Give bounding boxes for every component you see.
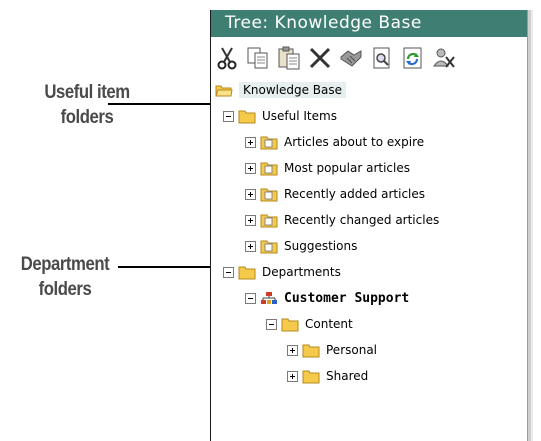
tree-node-useful-items[interactable]: Useful Items bbox=[223, 107, 337, 125]
collapse-toggle[interactable] bbox=[223, 266, 234, 278]
tree-node-suggestions[interactable]: Suggestions bbox=[245, 237, 357, 255]
search-document-icon bbox=[373, 47, 390, 69]
tree-node-most-popular-articles[interactable]: Most popular articles bbox=[245, 159, 410, 177]
query-folder-icon bbox=[260, 161, 278, 176]
tree-node-departments[interactable]: Departments bbox=[223, 263, 341, 281]
open-folder-icon bbox=[215, 83, 233, 98]
expand-toggle[interactable] bbox=[287, 344, 298, 356]
callout-useful-item-folders: Useful item folders bbox=[30, 80, 144, 130]
handshake-button[interactable] bbox=[337, 43, 365, 73]
refresh-icon bbox=[403, 47, 422, 69]
tree-node-label: Useful Items bbox=[262, 109, 337, 123]
collapse-toggle[interactable] bbox=[245, 292, 256, 304]
tree-node-content[interactable]: Content bbox=[266, 315, 353, 333]
expand-toggle[interactable] bbox=[245, 162, 256, 174]
tree-node-label: Recently changed articles bbox=[284, 213, 440, 227]
tree-node-label: Knowledge Base bbox=[239, 82, 346, 98]
folder-icon bbox=[302, 343, 320, 358]
tree-node-label: Personal bbox=[326, 343, 378, 357]
expand-toggle[interactable] bbox=[245, 188, 256, 200]
expand-toggle[interactable] bbox=[245, 136, 256, 148]
handshake-icon bbox=[340, 50, 362, 67]
permissions-button[interactable] bbox=[430, 43, 458, 73]
collapse-toggle[interactable] bbox=[266, 318, 277, 330]
tree-node-customer-support[interactable]: Customer Support bbox=[245, 289, 409, 307]
cut-button[interactable] bbox=[213, 43, 241, 73]
paste-button[interactable] bbox=[275, 43, 303, 73]
tree-node-label: Articles about to expire bbox=[284, 135, 425, 149]
paste-icon bbox=[278, 46, 300, 70]
tree-node-recently-changed-articles[interactable]: Recently changed articles bbox=[245, 211, 439, 229]
folder-icon bbox=[302, 369, 320, 384]
permissions-icon bbox=[433, 48, 455, 68]
tree-node-label: Content bbox=[305, 317, 353, 331]
callout-department-folders: Department folders bbox=[8, 252, 122, 302]
expand-toggle[interactable] bbox=[245, 240, 256, 252]
query-folder-icon bbox=[260, 213, 278, 228]
cut-icon bbox=[217, 47, 237, 70]
find-button[interactable] bbox=[368, 43, 396, 73]
tree-node-shared[interactable]: Shared bbox=[287, 367, 368, 385]
folder-icon bbox=[238, 109, 256, 124]
callout-text: folders bbox=[38, 279, 92, 300]
tree-node-label: Most popular articles bbox=[284, 161, 410, 175]
delete-icon bbox=[309, 47, 331, 69]
query-folder-icon bbox=[260, 135, 278, 150]
tree-node-label: Suggestions bbox=[284, 239, 358, 253]
folder-icon bbox=[281, 317, 299, 332]
toolbar bbox=[211, 37, 527, 79]
tree-node-recently-added-articles[interactable]: Recently added articles bbox=[245, 185, 425, 203]
expand-toggle[interactable] bbox=[287, 370, 298, 382]
delete-button[interactable] bbox=[306, 43, 334, 73]
tree-node-label: Departments bbox=[262, 265, 341, 279]
window-title: Tree: Knowledge Base bbox=[211, 10, 527, 37]
tree-node-personal[interactable]: Personal bbox=[287, 341, 377, 359]
copy-icon bbox=[247, 47, 268, 69]
callout-text: folders bbox=[60, 107, 114, 128]
tree-panel: Tree: Knowledge Base Knowledge Base Usef… bbox=[210, 10, 528, 441]
collapse-toggle[interactable] bbox=[223, 110, 234, 122]
copy-button[interactable] bbox=[244, 43, 272, 73]
tree-node-label: Recently added articles bbox=[284, 187, 426, 201]
expand-toggle[interactable] bbox=[245, 214, 256, 226]
callout-line-department bbox=[118, 266, 218, 268]
query-folder-icon bbox=[260, 239, 278, 254]
callout-line-useful bbox=[108, 103, 220, 105]
refresh-button[interactable] bbox=[399, 43, 427, 73]
callout-text: Useful item bbox=[44, 82, 130, 103]
tree-node-label: Customer Support bbox=[284, 290, 410, 306]
tree-node-knowledge-base[interactable]: Knowledge Base bbox=[215, 81, 346, 99]
folder-icon bbox=[238, 265, 256, 280]
query-folder-icon bbox=[260, 187, 278, 202]
department-icon bbox=[260, 291, 278, 306]
callout-text: Department bbox=[20, 254, 110, 275]
tree-node-label: Shared bbox=[326, 369, 369, 383]
tree-node-articles-about-to-expire[interactable]: Articles about to expire bbox=[245, 133, 424, 151]
